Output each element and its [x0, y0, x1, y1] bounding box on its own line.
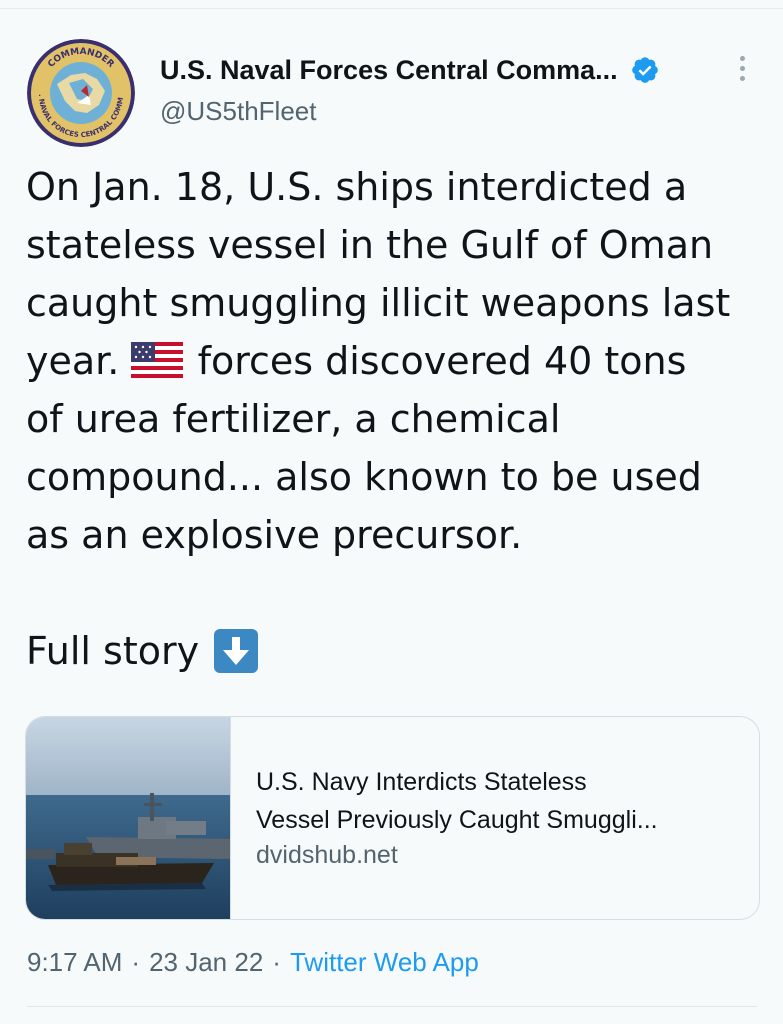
tweet-text-line: compound... also known to be used: [26, 455, 702, 499]
tweet-text-line: caught smuggling illicit weapons last: [26, 281, 731, 325]
avatar[interactable]: COMMANDER U.S. NAVAL FORCES CENTRAL COMM…: [27, 39, 135, 147]
more-dot: [739, 75, 745, 81]
tweet-text-line-rest: forces discovered 40 tons: [197, 339, 687, 383]
tweet-meta: 9:17 AM · 23 Jan 22 · Twitter Web App: [27, 947, 479, 978]
author-handle[interactable]: @US5thFleet: [160, 96, 316, 127]
tweet-text-line: stateless vessel in the Gulf of Oman: [26, 223, 714, 267]
down-arrow-emoji-icon: [214, 629, 259, 673]
meta-separator: ·: [131, 947, 141, 977]
more-options-icon[interactable]: [728, 52, 756, 84]
author-display-name[interactable]: U.S. Naval Forces Central Comma...: [160, 55, 618, 86]
full-story-label: Full story: [26, 629, 200, 673]
tweet-date[interactable]: 23 Jan 22: [149, 947, 263, 978]
more-dot: [739, 55, 745, 61]
tweet-text-line: year. forces discovered 40 tons: [26, 332, 766, 390]
tweet: COMMANDER U.S. NAVAL FORCES CENTRAL COMM…: [0, 0, 783, 1024]
tweet-text-line: as an explosive precursor.: [26, 513, 523, 557]
tweet-source-link[interactable]: Twitter Web App: [290, 947, 479, 978]
card-thumbnail-image: [26, 717, 231, 919]
us-flag-emoji-icon: [131, 342, 184, 378]
verified-badge-icon: [631, 57, 658, 83]
card-title-line: Vessel Previously Caught Smuggli...: [256, 806, 658, 834]
more-dot: [739, 65, 745, 71]
tweet-text: On Jan. 18, U.S. ships interdicted a sta…: [26, 158, 766, 564]
bottom-divider: [27, 1006, 757, 1007]
tweet-text-year: year.: [26, 339, 120, 383]
full-story: Full story: [26, 622, 259, 680]
tweet-text-line: of urea fertilizer, a chemical: [26, 397, 561, 441]
card-title-line: U.S. Navy Interdicts Stateless: [256, 768, 587, 796]
tweet-text-line: On Jan. 18, U.S. ships interdicted a: [26, 165, 688, 209]
tweet-time[interactable]: 9:17 AM: [27, 947, 122, 978]
card-title: U.S. Navy Interdicts Stateless Vessel Pr…: [256, 763, 746, 839]
naval-forces-seal-icon: COMMANDER U.S. NAVAL FORCES CENTRAL COMM…: [27, 39, 135, 147]
link-preview-card[interactable]: U.S. Navy Interdicts Stateless Vessel Pr…: [25, 716, 760, 920]
author-name-row: U.S. Naval Forces Central Comma...: [160, 52, 660, 88]
card-domain: dvidshub.net: [256, 841, 398, 869]
meta-separator: ·: [272, 947, 281, 977]
